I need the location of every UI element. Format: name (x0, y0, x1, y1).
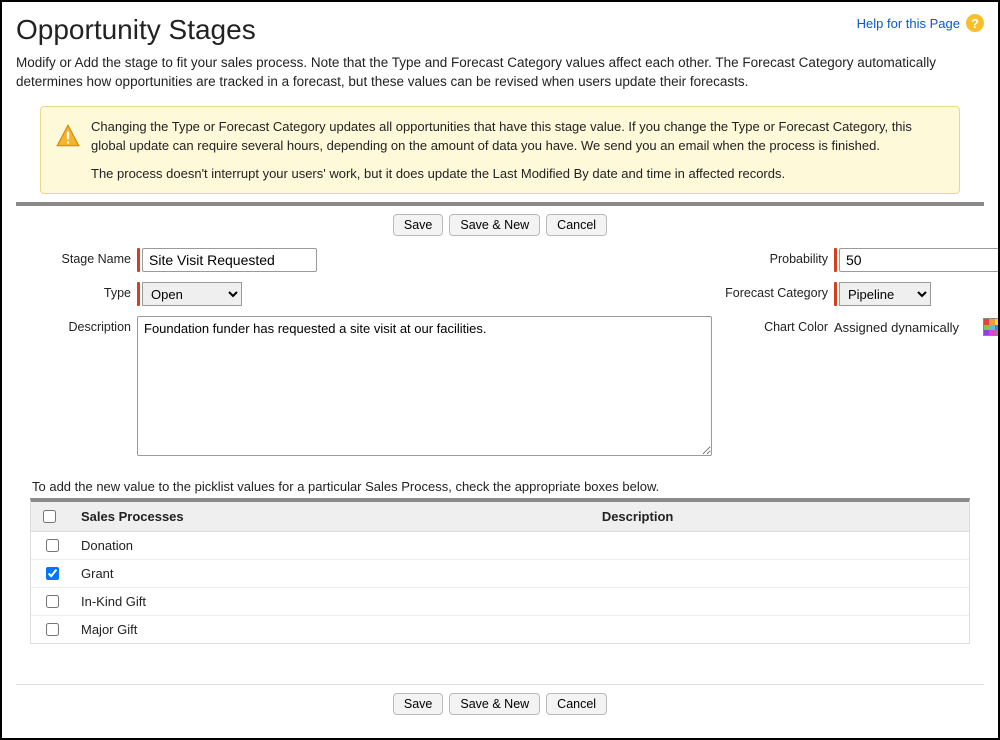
row-checkbox[interactable] (46, 595, 59, 608)
save-button[interactable]: Save (393, 214, 444, 236)
sales-process-table: Sales Processes Description Donation Gra… (31, 502, 969, 643)
table-row: Donation (31, 532, 969, 560)
top-button-bar: Save Save & New Cancel (16, 206, 984, 244)
save-and-new-button[interactable]: Save & New (449, 214, 540, 236)
row-label: Grant (73, 560, 594, 588)
stage-name-input[interactable] (142, 248, 317, 272)
table-row: Grant (31, 560, 969, 588)
chart-color-label: Chart Color (718, 316, 828, 335)
help-link-text: Help for this Page (857, 16, 960, 31)
table-row: Major Gift (31, 616, 969, 644)
required-indicator (834, 282, 837, 306)
cancel-button[interactable]: Cancel (546, 214, 607, 236)
row-checkbox[interactable] (46, 567, 59, 580)
bottom-button-bar: Save Save & New Cancel (16, 684, 984, 723)
picklist-intro: To add the new value to the picklist val… (32, 479, 984, 494)
color-picker-icon[interactable] (983, 318, 1000, 336)
help-for-this-page-link[interactable]: Help for this Page ? (857, 14, 984, 32)
row-label: Major Gift (73, 616, 594, 644)
type-select[interactable]: Open (142, 282, 242, 306)
probability-label: Probability (718, 248, 828, 267)
type-label: Type (26, 282, 131, 301)
intro-text: Modify or Add the stage to fit your sale… (16, 54, 984, 92)
row-label: In-Kind Gift (73, 588, 594, 616)
row-label: Donation (73, 532, 594, 560)
callout-paragraph-2: The process doesn't interrupt your users… (91, 164, 945, 184)
table-row: In-Kind Gift (31, 588, 969, 616)
save-button[interactable]: Save (393, 693, 444, 715)
cancel-button[interactable]: Cancel (546, 693, 607, 715)
stage-name-label: Stage Name (26, 248, 131, 267)
warning-icon (55, 123, 81, 149)
probability-input[interactable] (839, 248, 1000, 272)
forecast-category-select[interactable]: Pipeline (839, 282, 931, 306)
description-header: Description (594, 502, 969, 532)
save-and-new-button[interactable]: Save & New (449, 693, 540, 715)
forecast-category-label: Forecast Category (718, 282, 828, 301)
callout-paragraph-1: Changing the Type or Forecast Category u… (91, 117, 945, 156)
sales-processes-header: Sales Processes (73, 502, 594, 532)
row-checkbox[interactable] (46, 539, 59, 552)
row-checkbox[interactable] (46, 623, 59, 636)
required-indicator (137, 248, 140, 272)
help-icon: ? (966, 14, 984, 32)
required-indicator (137, 282, 140, 306)
chart-color-value: Assigned dynamically (834, 320, 959, 335)
page-title: Opportunity Stages (16, 14, 256, 46)
required-indicator (834, 248, 837, 272)
description-label: Description (26, 316, 131, 335)
select-all-checkbox[interactable] (43, 510, 56, 523)
description-textarea[interactable] (137, 316, 712, 456)
warning-callout: Changing the Type or Forecast Category u… (40, 106, 960, 195)
